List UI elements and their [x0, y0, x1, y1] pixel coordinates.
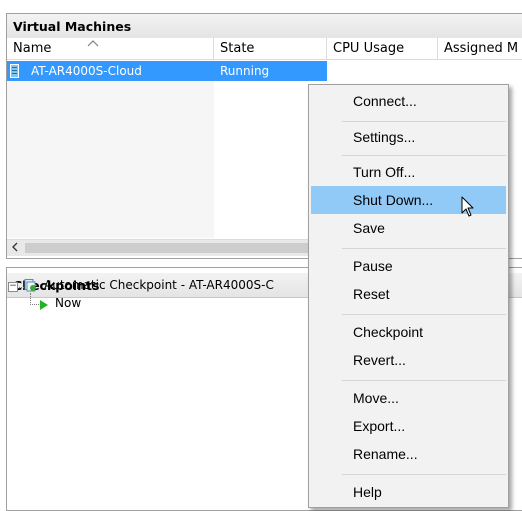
column-header-assigned-label: Assigned M [444, 41, 519, 56]
menu-item-help[interactable]: Help [311, 478, 506, 506]
checkpoint-icon [24, 279, 37, 292]
column-header-name[interactable]: Name [7, 38, 214, 60]
tree-connector [30, 304, 39, 305]
tree-collapse-toggle[interactable]: − [8, 282, 18, 292]
column-header-name-label: Name [13, 41, 52, 56]
tree-connector [30, 293, 31, 303]
menu-separator [342, 474, 506, 475]
scroll-left-arrow-icon[interactable] [11, 239, 19, 258]
column-header-state-label: State [220, 41, 255, 56]
column-header-cpu-label: CPU Usage [333, 41, 405, 56]
mouse-pointer-icon [461, 196, 475, 222]
sort-ascending-icon [87, 38, 99, 54]
context-menu: Connect... Settings... Turn Off... Shut … [308, 84, 509, 508]
menu-separator [342, 248, 506, 249]
menu-separator [342, 121, 506, 122]
play-arrow-icon [40, 300, 48, 310]
virtual-machines-header: Virtual Machines [7, 14, 522, 39]
menu-item-turn-off[interactable]: Turn Off... [311, 158, 506, 186]
menu-item-move[interactable]: Move... [311, 384, 506, 412]
vm-row-selected[interactable]: AT-AR4000S-Cloud Running [7, 61, 327, 81]
menu-item-checkpoint[interactable]: Checkpoint [311, 318, 506, 346]
menu-separator [342, 380, 506, 381]
column-header-assigned-memory[interactable]: Assigned M [438, 38, 522, 60]
column-header-state[interactable]: State [214, 38, 327, 60]
scrollbar-thumb[interactable] [25, 243, 325, 253]
menu-item-rename[interactable]: Rename... [311, 440, 506, 468]
menu-separator [342, 155, 506, 156]
vm-state: Running [220, 64, 270, 78]
column-header-cpu-usage[interactable]: CPU Usage [327, 38, 438, 60]
menu-item-revert[interactable]: Revert... [311, 346, 506, 374]
vm-name: AT-AR4000S-Cloud [31, 64, 142, 78]
tree-connector [17, 287, 24, 288]
name-column-background [7, 68, 214, 238]
vm-icon [10, 64, 19, 78]
menu-item-settings[interactable]: Settings... [311, 123, 506, 151]
menu-item-save[interactable]: Save [311, 214, 506, 242]
horizontal-scrollbar[interactable] [7, 239, 327, 256]
checkpoint-now-item[interactable]: Now [55, 296, 81, 310]
menu-item-export[interactable]: Export... [311, 412, 506, 440]
menu-item-pause[interactable]: Pause [311, 252, 506, 280]
menu-item-connect[interactable]: Connect... [311, 87, 506, 115]
menu-item-reset[interactable]: Reset [311, 280, 506, 308]
menu-item-shut-down[interactable]: Shut Down... [311, 186, 506, 214]
checkpoint-item[interactable]: Automatic Checkpoint - AT-AR4000S-C [44, 278, 274, 292]
menu-separator [342, 314, 506, 315]
